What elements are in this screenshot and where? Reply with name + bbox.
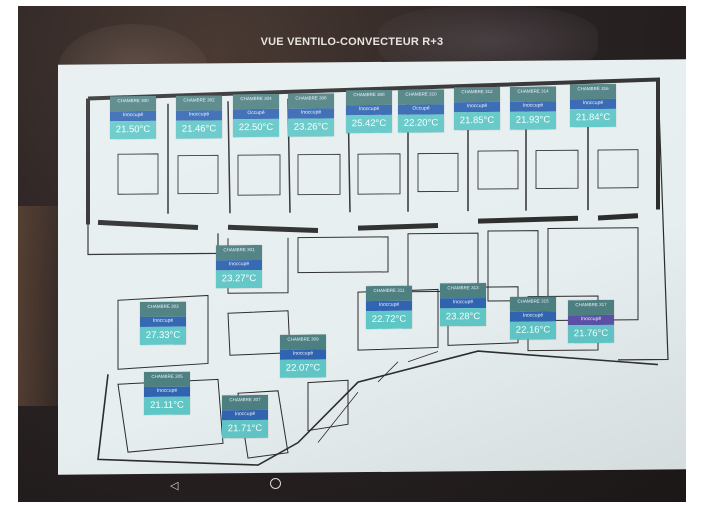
room-tile[interactable]: CHAMBRE 310 Occupé 22.20°C	[398, 89, 444, 133]
room-status: Inoccupé	[510, 101, 556, 112]
room-status: Inoccupé	[280, 349, 326, 360]
room-label: CHAMBRE 313	[440, 283, 486, 299]
room-temperature: 21.11°C	[144, 396, 190, 416]
room-tile[interactable]: CHAMBRE 317 Inoccupé 21.76°C	[568, 299, 614, 344]
room-status: Inoccupé	[176, 110, 222, 121]
room-label: CHAMBRE 305	[144, 371, 190, 388]
room-label: CHAMBRE 308	[346, 89, 392, 106]
room-status: Inoccupé	[510, 311, 556, 322]
room-label: CHAMBRE 300	[110, 95, 156, 112]
room-label: CHAMBRE 311	[366, 285, 412, 302]
room-tile[interactable]: CHAMBRE 305 Inoccupé 21.11°C	[144, 371, 190, 416]
room-label: CHAMBRE 315	[510, 296, 556, 312]
floor-plan	[86, 77, 669, 466]
room-label: CHAMBRE 306	[288, 93, 334, 109]
room-label: CHAMBRE 307	[222, 394, 268, 411]
room-label: CHAMBRE 310	[398, 89, 444, 105]
room-temperature: 21.76°C	[568, 324, 614, 344]
room-temperature: 21.50°C	[110, 120, 156, 140]
room-tile[interactable]: CHAMBRE 309 Inoccupé 22.07°C	[280, 334, 326, 378]
room-temperature: 23.28°C	[440, 308, 486, 327]
room-temperature: 21.84°C	[570, 108, 616, 128]
room-status: Inoccupé	[144, 386, 190, 398]
room-tile[interactable]: CHAMBRE 314 Inoccupé 21.93°C	[510, 86, 556, 130]
room-label: CHAMBRE 314	[510, 86, 556, 102]
android-nav-bar: ◁	[18, 472, 686, 502]
room-temperature: 22.50°C	[233, 118, 279, 138]
room-status: Inoccupé	[110, 110, 156, 122]
room-tile[interactable]: CHAMBRE 312 Inoccupé 21.85°C	[454, 86, 500, 131]
room-temperature: 21.85°C	[454, 111, 500, 131]
room-tile[interactable]: CHAMBRE 308 Inoccupé 25.42°C	[346, 89, 392, 134]
room-label: CHAMBRE 317	[568, 299, 614, 316]
back-triangle-icon[interactable]: ◁	[170, 479, 178, 492]
room-temperature: 21.71°C	[222, 419, 268, 439]
room-label: CHAMBRE 309	[280, 334, 326, 350]
room-label: CHAMBRE 303	[140, 301, 186, 318]
room-tile[interactable]: CHAMBRE 304 Occupé 22.50°C	[233, 93, 279, 138]
room-temperature: 22.72°C	[366, 310, 412, 330]
room-status: Inoccupé	[570, 98, 616, 110]
room-label: CHAMBRE 304	[233, 93, 279, 110]
room-temperature: 27.33°C	[140, 326, 186, 346]
room-temperature: 23.27°C	[216, 269, 262, 289]
room-temperature: 23.26°C	[288, 118, 334, 137]
room-temperature: 22.20°C	[398, 114, 444, 133]
room-label: CHAMBRE 302	[176, 95, 222, 111]
room-tile[interactable]: CHAMBRE 307 Inoccupé 21.71°C	[222, 394, 268, 439]
room-status: Inoccupé	[222, 409, 268, 421]
room-status: Inoccupé	[454, 101, 500, 113]
floor-plan-screen: CHAMBRE 300 Inoccupé 21.50°C CHAMBRE 302…	[58, 59, 686, 475]
room-status: Occupé	[398, 104, 444, 115]
room-temperature: 21.93°C	[510, 111, 556, 130]
room-tile[interactable]: CHAMBRE 311 Inoccupé 22.72°C	[366, 285, 412, 330]
room-status: Inoccupé	[288, 108, 334, 119]
room-status: Inoccupé	[366, 300, 412, 312]
room-label: CHAMBRE 301	[216, 244, 262, 261]
room-label: CHAMBRE 312	[454, 86, 500, 103]
page-title: VUE VENTILO-CONVECTEUR R+3	[260, 36, 444, 48]
home-circle-icon[interactable]	[270, 478, 281, 489]
room-tile[interactable]: CHAMBRE 306 Inoccupé 23.26°C	[288, 93, 334, 137]
room-status: Occupé	[233, 108, 279, 120]
room-temperature: 22.16°C	[510, 321, 556, 340]
room-status: Inoccupé	[346, 104, 392, 116]
room-status: Inoccupé	[140, 316, 186, 328]
room-tile[interactable]: CHAMBRE 303 Inoccupé 27.33°C	[140, 301, 186, 346]
photo-frame: VUE VENTILO-CONVECTEUR R+3 CHAMBRE 300 I…	[18, 6, 686, 502]
room-temperature: 22.07°C	[280, 359, 326, 378]
room-status: Inoccupé	[440, 298, 486, 309]
room-status: Inoccupé	[216, 259, 262, 271]
room-tile[interactable]: CHAMBRE 300 Inoccupé 21.50°C	[110, 95, 156, 140]
room-tile[interactable]: CHAMBRE 301 Inoccupé 23.27°C	[216, 244, 262, 289]
room-status: Inoccupé	[568, 314, 614, 326]
room-temperature: 25.42°C	[346, 114, 392, 134]
room-label: CHAMBRE 316	[570, 83, 616, 100]
room-tile[interactable]: CHAMBRE 315 Inoccupé 22.16°C	[510, 296, 556, 340]
room-tile[interactable]: CHAMBRE 316 Inoccupé 21.84°C	[570, 83, 616, 128]
room-tile[interactable]: CHAMBRE 302 Inoccupé 21.46°C	[176, 95, 222, 139]
room-temperature: 21.46°C	[176, 120, 222, 139]
room-tile[interactable]: CHAMBRE 313 Inoccupé 23.28°C	[440, 283, 486, 327]
